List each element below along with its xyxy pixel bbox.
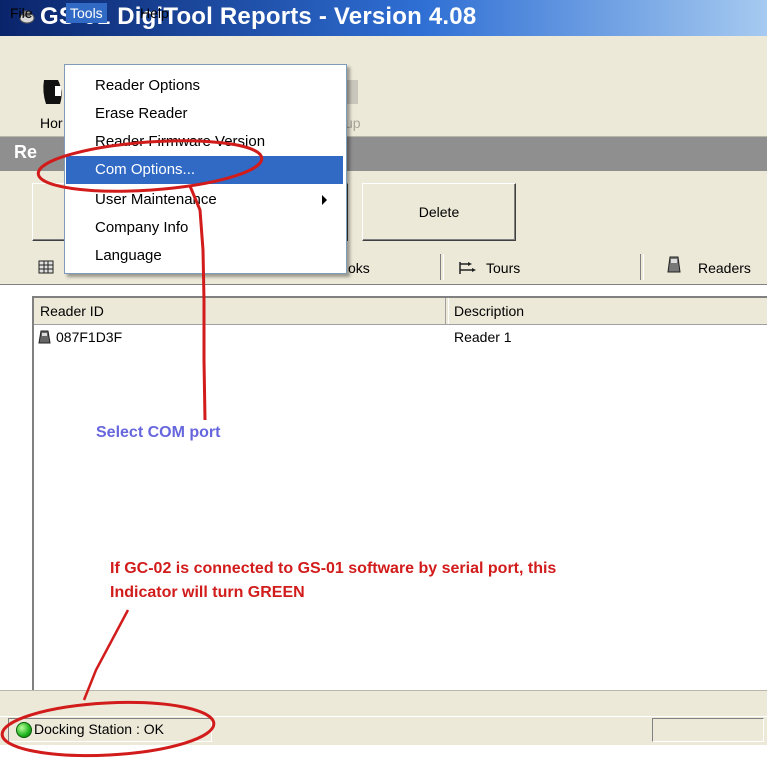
com-options-callout-line	[188, 185, 207, 421]
annotation-select-com: Select COM port	[96, 424, 221, 441]
status-callout-line	[82, 609, 130, 701]
annotation-serial-line-1: If GC-02 is connected to GS-01 software …	[110, 560, 557, 577]
status-indicator-highlight-ellipse	[0, 700, 216, 758]
com-options-highlight-ellipse	[36, 139, 264, 193]
annotation-serial-line-2: Indicator will turn GREEN	[110, 584, 305, 601]
annotation-overlay	[0, 139, 264, 758]
